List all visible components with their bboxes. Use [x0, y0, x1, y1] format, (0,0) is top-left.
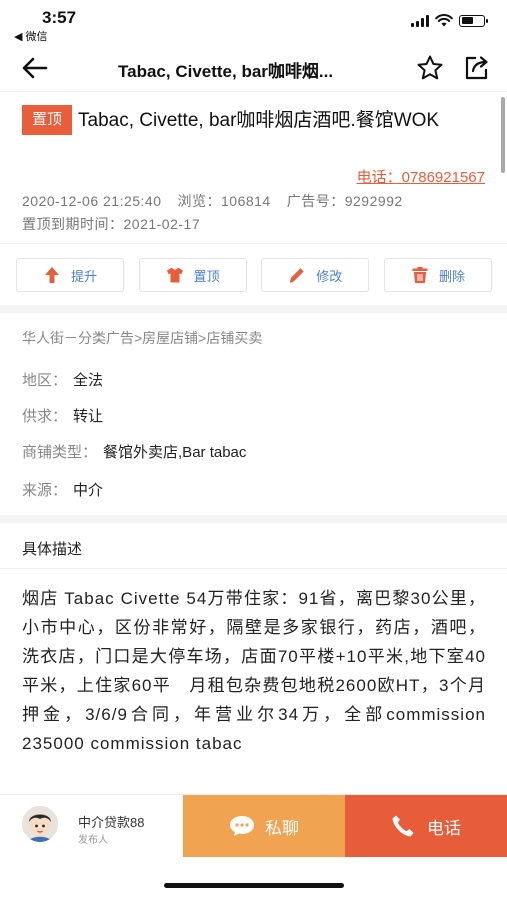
action-bar: 提升 置顶 修改 删除 — [16, 258, 492, 292]
cellular-signal-icon — [411, 14, 429, 27]
ad-number: 广告号：9292992 — [286, 193, 403, 209]
delete-label: 删除 — [438, 268, 465, 284]
info-row-shop-type: 商铺类型： 餐馆外卖店,Bar tabac — [22, 441, 246, 462]
description-body: 烟店 Tabac Civette 54万带住家：91省，离巴黎30公里，小市中心… — [22, 589, 486, 753]
divider — [0, 243, 507, 244]
scrollbar[interactable] — [501, 97, 505, 173]
pin-label: 置顶 — [193, 268, 220, 284]
poster-role: 发布人 — [78, 835, 108, 846]
info-key: 来源： — [22, 482, 68, 499]
info-value: 转让 — [73, 408, 104, 425]
section-divider — [0, 515, 507, 523]
post-header: 置顶 Tabac, Civette, bar咖啡烟店酒吧.餐馆WOK — [0, 93, 507, 135]
private-chat-button[interactable]: 私聊 — [183, 795, 345, 857]
battery-icon — [459, 14, 488, 27]
info-key: 地区： — [22, 372, 68, 389]
post-title: 置顶 Tabac, Civette, bar咖啡烟店酒吧.餐馆WOK — [22, 105, 485, 135]
nav-bar: Tabac, Civette, bar咖啡烟... — [0, 44, 507, 92]
avatar-image — [22, 806, 58, 842]
poster-name: 中介贷款88 — [78, 815, 145, 830]
home-indicator[interactable] — [164, 883, 344, 888]
promote-label: 提升 — [70, 268, 97, 284]
info-key: 供求： — [22, 408, 68, 425]
post-meta: 2020-12-06 21:25:40 浏览：106814 广告号：9292992 — [22, 191, 403, 211]
pin-badge: 置顶 — [22, 105, 73, 135]
back-arrow-icon[interactable] — [20, 54, 50, 82]
call-label: 电话 — [427, 818, 461, 838]
post-datetime: 2020-12-06 21:25:40 — [22, 193, 162, 209]
promote-button[interactable]: 提升 — [16, 258, 124, 292]
info-row-region: 地区： 全法 — [22, 369, 103, 390]
divider — [0, 568, 507, 569]
view-count: 浏览：106814 — [177, 193, 271, 209]
bottom-bar: 中介贷款88 发布人 私聊 电话 — [0, 794, 507, 857]
pin-expiry: 置顶到期时间：2021-02-17 — [22, 216, 201, 232]
nav-title: Tabac, Civette, bar咖啡烟... — [118, 62, 334, 81]
back-to-app-link[interactable]: ◀ 微信 — [14, 28, 48, 44]
delete-button[interactable]: 删除 — [383, 258, 492, 292]
section-divider — [0, 305, 507, 313]
call-button[interactable]: 电话 — [345, 795, 507, 857]
status-icons — [411, 14, 488, 27]
info-value: 中介 — [73, 482, 104, 499]
status-time: 3:57 — [42, 8, 77, 27]
breadcrumb[interactable]: 华人街－分类广告>房屋店铺>店铺买卖 — [22, 328, 262, 348]
phone-icon — [392, 815, 414, 837]
wifi-icon — [435, 14, 453, 27]
arrow-up-icon — [44, 267, 59, 283]
info-value: 餐馆外卖店,Bar tabac — [103, 444, 247, 461]
private-chat-label: 私聊 — [265, 818, 299, 838]
shirt-icon — [166, 267, 183, 283]
post-title-text: Tabac, Civette, bar咖啡烟店酒吧.餐馆WOK — [78, 110, 440, 131]
edit-button[interactable]: 修改 — [261, 258, 370, 292]
pencil-icon — [290, 268, 304, 283]
share-icon[interactable] — [462, 54, 490, 82]
avatar[interactable] — [22, 806, 58, 842]
trash-icon — [412, 266, 428, 283]
chat-bubble-icon — [230, 816, 254, 836]
info-value: 全法 — [73, 372, 104, 389]
pin-button[interactable]: 置顶 — [138, 258, 247, 292]
edit-label: 修改 — [316, 268, 343, 284]
star-icon[interactable] — [416, 54, 444, 82]
info-key: 商铺类型： — [22, 444, 98, 461]
info-row-supply: 供求： 转让 — [22, 405, 103, 426]
status-bar: 3:57 ◀ 微信 — [0, 0, 507, 44]
phone-link[interactable]: 电话：0786921567 — [357, 166, 485, 187]
description-title: 具体描述 — [22, 541, 83, 558]
info-row-source: 来源： 中介 — [22, 479, 103, 500]
